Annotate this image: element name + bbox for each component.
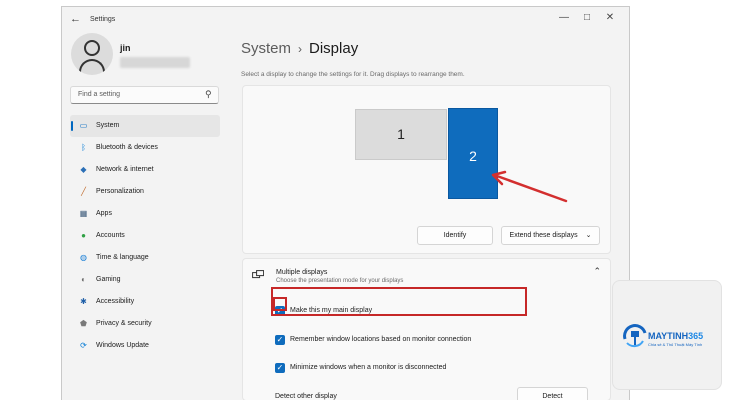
- multiple-displays-card: Multiple displays Choose the presentatio…: [242, 258, 611, 400]
- identify-button[interactable]: Identify: [417, 226, 493, 245]
- shield-icon: ⬟: [80, 319, 87, 328]
- multiple-displays-title: Multiple displays: [276, 269, 328, 276]
- sidebar-item-accessibility[interactable]: ✱ Accessibility: [70, 291, 220, 313]
- multiple-displays-icon: [252, 270, 264, 279]
- sidebar-item-gaming[interactable]: ◐ Gaming: [70, 269, 220, 291]
- extend-displays-label: Extend these displays: [509, 232, 578, 239]
- watermark-brand: MAYTINH365: [648, 331, 703, 341]
- avatar[interactable]: [71, 33, 113, 75]
- display-arrangement-panel: 1 2 Identify Extend these displays ⌄: [242, 85, 611, 254]
- avatar-body-shape: [79, 59, 105, 75]
- chevron-up-icon[interactable]: ⌃: [593, 266, 601, 277]
- minimize-button[interactable]: —: [557, 12, 571, 23]
- brush-icon: ╱: [81, 187, 86, 196]
- sidebar-item-label: Accessibility: [96, 298, 135, 305]
- avatar-head-shape: [84, 40, 100, 56]
- annotation-checkbox-highlight: [273, 297, 287, 311]
- sidebar-item-network-internet[interactable]: ◆ Network & internet: [70, 159, 220, 181]
- detect-other-display-label: Detect other display: [275, 393, 337, 400]
- apps-icon: ▦: [79, 209, 88, 218]
- accessibility-icon: ✱: [80, 297, 87, 306]
- chevron-down-icon: ⌄: [585, 232, 592, 239]
- sidebar-nav: ▭ System ᛒ Bluetooth & devices ◆ Network & in…: [70, 115, 220, 357]
- arrow-shaft: [495, 174, 568, 203]
- settings-window: ← Settings — □ ✕ jin Find a setting ⚲ ▭ S…: [61, 6, 630, 400]
- breadcrumb-parent[interactable]: System: [241, 40, 291, 57]
- brand-logo-icon: [623, 324, 647, 348]
- breadcrumb-separator: ›: [298, 42, 303, 56]
- option-minimize-windows-label: Minimize windows when a monitor is disco…: [290, 364, 447, 371]
- close-button[interactable]: ✕: [603, 12, 617, 23]
- sidebar-item-label: Time & language: [96, 254, 149, 261]
- globe-icon: ◍: [80, 253, 87, 262]
- annotation-highlight-box: [271, 287, 527, 316]
- checkbox-minimize-windows[interactable]: ✓: [275, 363, 285, 373]
- sidebar-item-label: Windows Update: [96, 342, 149, 349]
- system-icon: ▭: [79, 121, 88, 130]
- watermark-brand-b: 365: [688, 331, 704, 341]
- accounts-icon: ●: [81, 231, 86, 240]
- gaming-icon: ◐: [81, 275, 86, 284]
- arrangement-hint: Select a display to change the settings …: [241, 71, 465, 78]
- back-arrow-icon[interactable]: ←: [70, 13, 81, 25]
- sidebar-item-apps[interactable]: ▦ Apps: [70, 203, 220, 225]
- sidebar-item-label: Apps: [96, 210, 112, 217]
- title-bar: ← Settings — □ ✕: [62, 7, 629, 33]
- extend-displays-dropdown[interactable]: Extend these displays ⌄: [501, 226, 600, 245]
- sidebar-item-accounts[interactable]: ● Accounts: [70, 225, 220, 247]
- search-placeholder: Find a setting: [78, 91, 121, 98]
- page-title: Display: [309, 40, 359, 57]
- watermark-brand-a: MAYTINH: [648, 331, 689, 341]
- option-remember-locations-label: Remember window locations based on monit…: [290, 336, 472, 343]
- search-input[interactable]: Find a setting ⚲: [70, 86, 219, 104]
- active-indicator: [71, 121, 73, 131]
- sidebar-item-label: Network & internet: [96, 166, 154, 173]
- sidebar-item-label: Personalization: [96, 188, 144, 195]
- sidebar-item-privacy-security[interactable]: ⬟ Privacy & security: [70, 313, 220, 335]
- sidebar-item-personalization[interactable]: ╱ Personalization: [70, 181, 220, 203]
- sidebar-item-windows-update[interactable]: ⟳ Windows Update: [70, 335, 220, 357]
- sidebar-item-bluetooth-devices[interactable]: ᛒ Bluetooth & devices: [70, 137, 220, 159]
- sidebar-item-label: System: [96, 122, 120, 129]
- sidebar-item-system[interactable]: ▭ System: [70, 115, 220, 137]
- sidebar-item-label: Bluetooth & devices: [96, 144, 158, 151]
- wifi-icon: ◆: [80, 165, 87, 174]
- watermark-logo: MAYTINH365 Chia sẻ & Thủ Thuật Máy Tính: [612, 280, 722, 390]
- sidebar-item-label: Privacy & security: [96, 320, 152, 327]
- sidebar-item-time-language[interactable]: ◍ Time & language: [70, 247, 220, 269]
- window-title: Settings: [90, 16, 116, 23]
- multiple-displays-subtitle: Choose the presentation mode for your di…: [276, 278, 404, 284]
- profile-name: jin: [120, 43, 131, 53]
- maximize-button[interactable]: □: [580, 12, 594, 23]
- breadcrumb: System › Display: [241, 40, 358, 57]
- checkbox-remember-locations[interactable]: ✓: [275, 335, 285, 345]
- search-icon: ⚲: [205, 89, 212, 99]
- update-icon: ⟳: [80, 341, 87, 350]
- watermark-tagline: Chia sẻ & Thủ Thuật Máy Tính: [648, 342, 703, 347]
- detect-button[interactable]: Detect: [517, 387, 588, 400]
- profile-email-redacted: [120, 57, 190, 68]
- bluetooth-icon: ᛒ: [81, 143, 86, 152]
- sidebar-item-label: Accounts: [96, 232, 125, 239]
- sidebar-item-label: Gaming: [96, 276, 121, 283]
